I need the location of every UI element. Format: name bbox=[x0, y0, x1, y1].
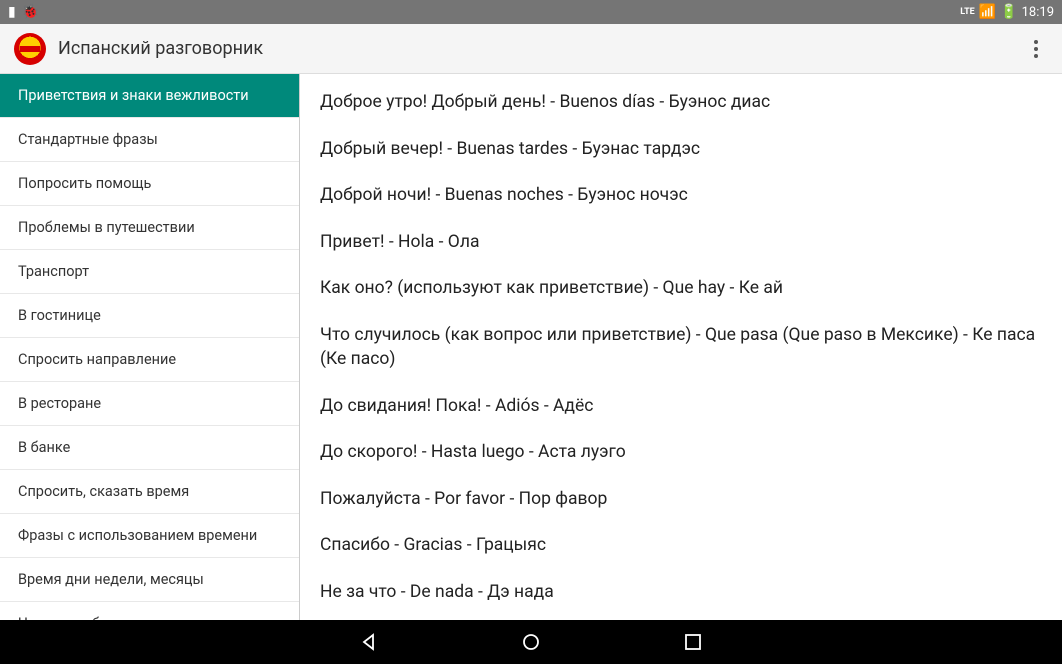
sidebar-item[interactable]: Числа, дроби, проценты bbox=[0, 602, 299, 620]
sidebar-item-label: Стандартные фразы bbox=[18, 131, 158, 148]
main-content: Приветствия и знаки вежливости Стандартны… bbox=[0, 74, 1062, 620]
phrase-entry: Спасибо - Gracias - Грацыяс bbox=[320, 533, 1042, 558]
phrase-entry: До свидания! Пока! - Adiós - Адёс bbox=[320, 394, 1042, 419]
sidebar-item-label: Приветствия и знаки вежливости bbox=[18, 87, 249, 104]
home-button[interactable] bbox=[520, 631, 542, 653]
overflow-menu-button[interactable] bbox=[1024, 37, 1048, 61]
sidebar-item[interactable]: Время дни недели, месяцы bbox=[0, 558, 299, 602]
sidebar-item-label: Проблемы в путешествии bbox=[18, 219, 195, 236]
recent-apps-button[interactable] bbox=[682, 631, 704, 653]
sidebar-item-label: Спросить направление bbox=[18, 351, 176, 368]
sidebar-item[interactable]: Приветствия и знаки вежливости bbox=[0, 74, 299, 118]
status-time: 18:19 bbox=[1022, 5, 1054, 20]
sidebar-item[interactable]: Спросить направление bbox=[0, 338, 299, 382]
system-nav-bar bbox=[0, 620, 1062, 664]
notification-icon: 🐞 bbox=[22, 4, 39, 20]
sidebar-item-label: В банке bbox=[18, 439, 70, 456]
sidebar-item[interactable]: В ресторане bbox=[0, 382, 299, 426]
phrase-entry: Не за что - De nada - Дэ нада bbox=[320, 580, 1042, 605]
phrase-entry: До скорого! - Hasta luego - Аста луэго bbox=[320, 440, 1042, 465]
phrase-entry: Доброй ночи! - Buenas noches - Буэнос но… bbox=[320, 183, 1042, 208]
app-bar: Испанский разговорник bbox=[0, 24, 1062, 74]
sidebar-item-label: В ресторане bbox=[18, 395, 101, 412]
lte-icon: LTE bbox=[960, 7, 975, 17]
phrase-entry: Добрый вечер! - Buenas tardes - Буэнас т… bbox=[320, 137, 1042, 162]
sidebar-item[interactable]: Фразы с использованием времени bbox=[0, 514, 299, 558]
sidebar-item[interactable]: В гостинице bbox=[0, 294, 299, 338]
phrase-entry: Как оно? (используют как приветствие) - … bbox=[320, 276, 1042, 301]
notification-icon: ▮ bbox=[8, 4, 16, 20]
phrase-entry: Пожалуйста - Por favor - Пор фавор bbox=[320, 487, 1042, 512]
sidebar-item[interactable]: Транспорт bbox=[0, 250, 299, 294]
phrase-entry: Что случилось (как вопрос или приветстви… bbox=[320, 323, 1042, 372]
app-title: Испанский разговорник bbox=[58, 38, 263, 59]
sidebar-item[interactable]: Стандартные фразы bbox=[0, 118, 299, 162]
phrase-list[interactable]: Доброе утро! Добрый день! - Buenos días … bbox=[300, 74, 1062, 620]
status-bar: ▮ 🐞 LTE 📶 🔋 18:19 bbox=[0, 0, 1062, 24]
phrase-entry: Доброе утро! Добрый день! - Buenos días … bbox=[320, 90, 1042, 115]
sidebar-item[interactable]: Спросить, сказать время bbox=[0, 470, 299, 514]
sidebar-item-label: Фразы с использованием времени bbox=[18, 527, 257, 544]
sidebar-item-label: Попросить помощь bbox=[18, 175, 151, 192]
sidebar-item[interactable]: В банке bbox=[0, 426, 299, 470]
sidebar-item[interactable]: Попросить помощь bbox=[0, 162, 299, 206]
sidebar-item-label: Спросить, сказать время bbox=[18, 483, 189, 500]
sidebar-item-label: Время дни недели, месяцы bbox=[18, 571, 204, 588]
battery-icon: 🔋 bbox=[1000, 4, 1017, 20]
phrase-entry: Привет! - Hola - Ола bbox=[320, 230, 1042, 255]
back-button[interactable] bbox=[358, 631, 380, 653]
signal-icon: 📶 bbox=[979, 4, 996, 20]
sidebar-item[interactable]: Проблемы в путешествии bbox=[0, 206, 299, 250]
category-sidebar[interactable]: Приветствия и знаки вежливости Стандартны… bbox=[0, 74, 300, 620]
app-flag-icon bbox=[14, 33, 46, 65]
sidebar-item-label: В гостинице bbox=[18, 307, 101, 324]
sidebar-item-label: Транспорт bbox=[18, 263, 89, 280]
